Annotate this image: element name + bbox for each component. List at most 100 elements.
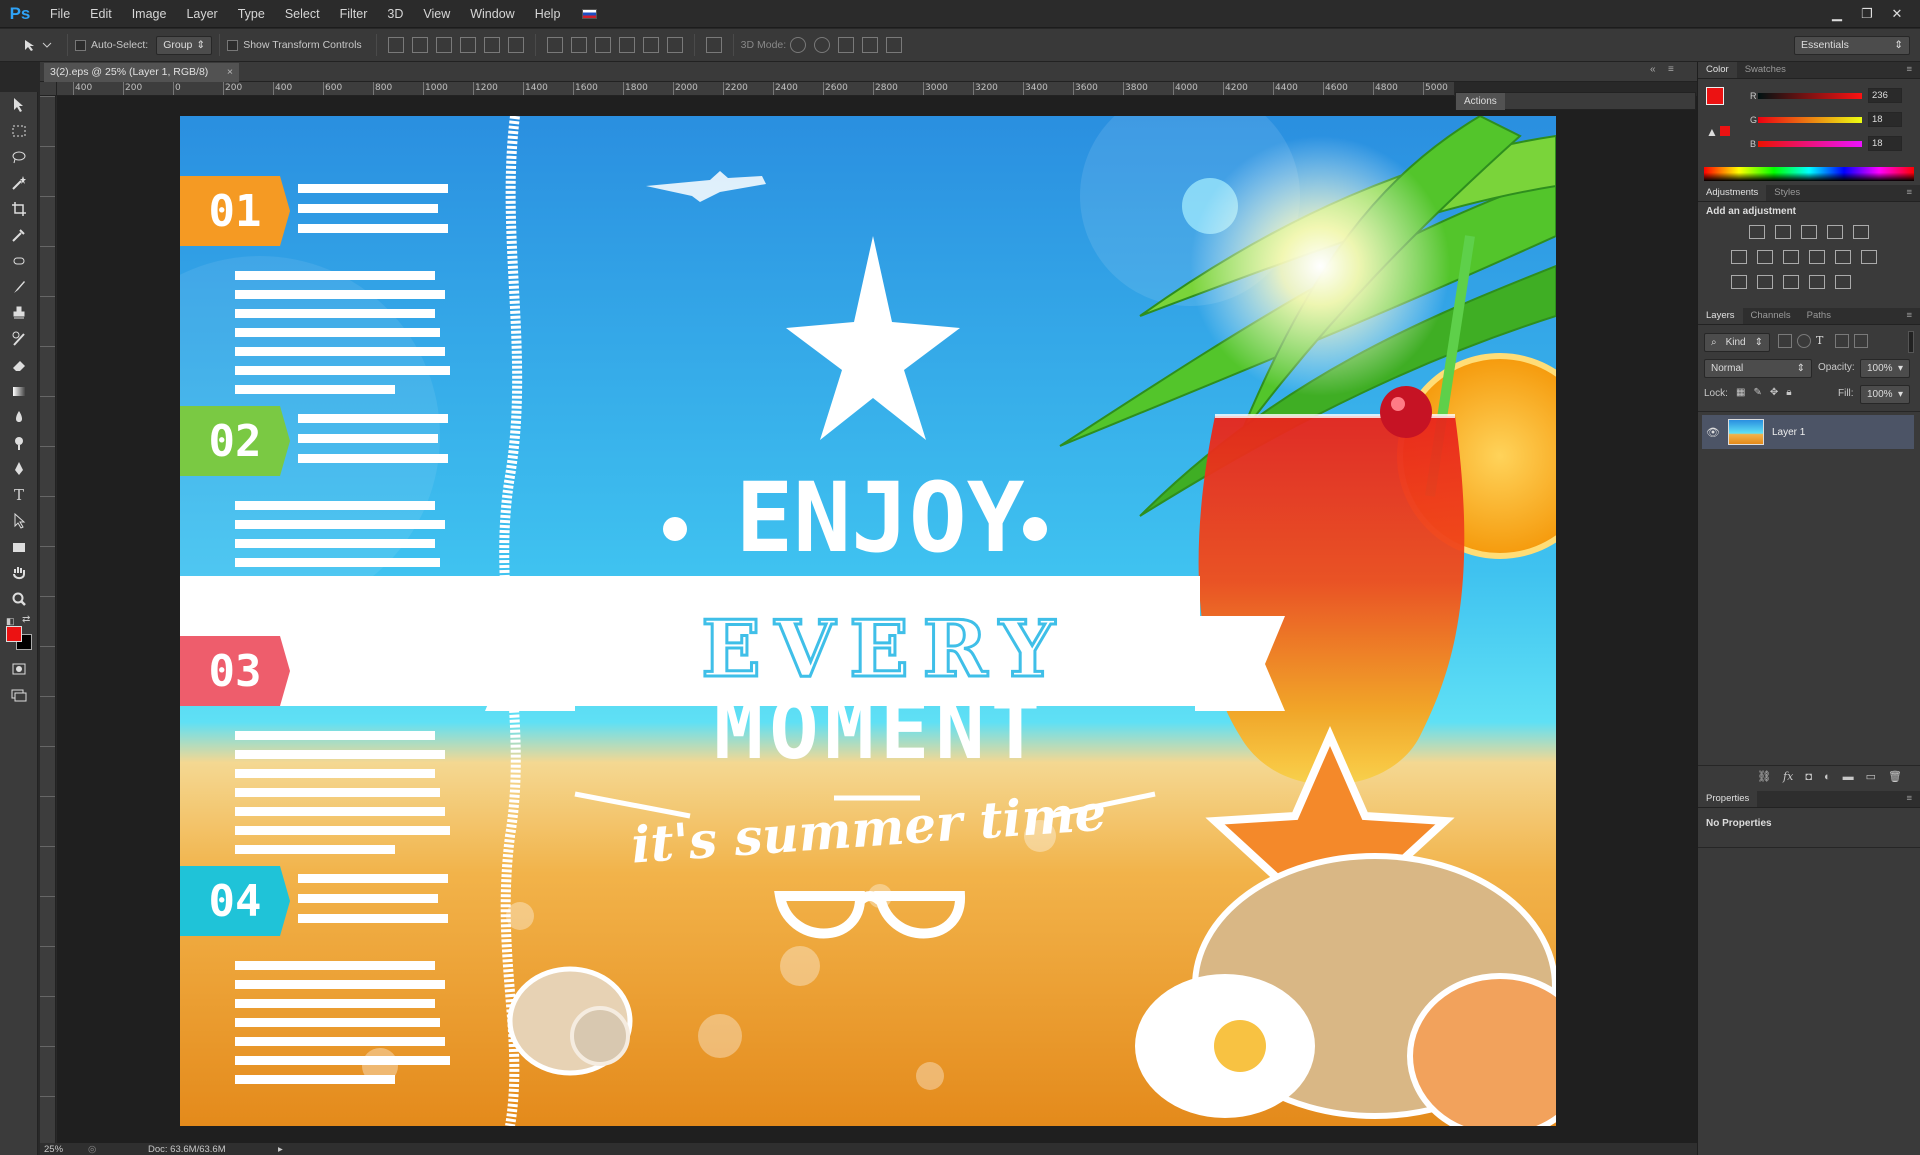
blur-tool-icon[interactable] <box>0 404 38 430</box>
menu-file[interactable]: File <box>40 0 80 28</box>
tab-layers[interactable]: Layers <box>1698 308 1743 324</box>
levels-icon[interactable] <box>1775 225 1791 239</box>
pen-tool-icon[interactable] <box>0 456 38 482</box>
new-layer-icon[interactable]: ▭ <box>1866 770 1876 783</box>
lock-paint-icon[interactable]: ✎ <box>1753 387 1761 398</box>
menu-select[interactable]: Select <box>275 0 330 28</box>
tab-properties[interactable]: Properties <box>1698 791 1758 807</box>
delete-layer-icon[interactable]: 🗑︎ <box>1888 770 1902 783</box>
path-selection-tool-icon[interactable] <box>0 508 38 534</box>
distribute-hcenter-icon[interactable] <box>642 37 659 53</box>
crop-tool-icon[interactable] <box>0 196 38 222</box>
quick-mask-icon[interactable] <box>0 656 38 682</box>
align-left-icon[interactable] <box>459 37 476 53</box>
align-vcenter-icon[interactable] <box>411 37 428 53</box>
color-spectrum[interactable] <box>1704 167 1914 181</box>
invert-icon[interactable] <box>1731 275 1747 289</box>
lasso-tool-icon[interactable] <box>0 144 38 170</box>
swap-colors-icon[interactable]: ⇄ <box>22 614 30 625</box>
distribute-top-icon[interactable] <box>546 37 563 53</box>
menu-window[interactable]: Window <box>460 0 524 28</box>
3d-roll-icon[interactable] <box>814 37 831 53</box>
move-tool-icon[interactable] <box>0 92 38 118</box>
menu-image[interactable]: Image <box>122 0 177 28</box>
layer-style-icon[interactable]: fx <box>1783 770 1793 783</box>
magic-wand-tool-icon[interactable] <box>0 170 38 196</box>
align-top-icon[interactable] <box>387 37 404 53</box>
filter-type-icon[interactable]: T <box>1816 334 1830 348</box>
channel-slider-r[interactable] <box>1758 93 1862 99</box>
tab-swatches[interactable]: Swatches <box>1737 62 1794 78</box>
fill-field[interactable]: 100% ▾ <box>1860 385 1910 404</box>
minimize-button[interactable]: ▁ <box>1822 3 1852 25</box>
add-mask-icon[interactable]: ◘ <box>1805 771 1812 783</box>
channel-value-g[interactable]: 18 <box>1868 112 1902 127</box>
gamut-warning-icon[interactable]: ▲ <box>1706 125 1718 139</box>
exposure-icon[interactable] <box>1827 225 1843 239</box>
language-flag-icon[interactable] <box>582 8 598 19</box>
foreground-color-swatch[interactable] <box>6 626 22 642</box>
selective-color-icon[interactable] <box>1809 275 1825 289</box>
curves-icon[interactable] <box>1801 225 1817 239</box>
hand-tool-icon[interactable] <box>0 560 38 586</box>
close-tab-icon[interactable]: × <box>227 63 233 82</box>
lock-position-icon[interactable]: ✥ <box>1770 387 1778 398</box>
channel-mixer-icon[interactable] <box>1835 250 1851 264</box>
panel-menu-icon[interactable]: ≡ <box>1668 64 1674 75</box>
layer-filter-dropdown[interactable]: ⌕ Kind ⇕ <box>1704 333 1770 352</box>
blend-mode-dropdown[interactable]: Normal ⇕ <box>1704 359 1812 378</box>
gamut-color-swatch[interactable] <box>1720 126 1730 136</box>
channel-value-b[interactable]: 18 <box>1868 136 1902 151</box>
3d-rotate-icon[interactable] <box>790 37 807 53</box>
layer-name[interactable]: Layer 1 <box>1772 427 1805 438</box>
ruler-origin[interactable] <box>40 82 57 96</box>
restore-button[interactable]: ❐ <box>1852 3 1882 25</box>
healing-brush-tool-icon[interactable] <box>0 248 38 274</box>
clone-stamp-tool-icon[interactable] <box>0 300 38 326</box>
3d-scale-icon[interactable] <box>886 37 903 53</box>
opacity-field[interactable]: 100% ▾ <box>1860 359 1910 378</box>
new-adjustment-icon[interactable]: ◐ <box>1824 771 1831 783</box>
zoom-level[interactable]: 25% <box>40 1144 88 1155</box>
align-bottom-icon[interactable] <box>435 37 452 53</box>
lock-transparent-icon[interactable]: ▦ <box>1736 387 1745 398</box>
brightness-contrast-icon[interactable] <box>1749 225 1765 239</box>
tab-channels[interactable]: Channels <box>1743 308 1799 324</box>
channel-slider-b[interactable] <box>1758 141 1862 147</box>
menu-filter[interactable]: Filter <box>330 0 378 28</box>
menu-edit[interactable]: Edit <box>80 0 122 28</box>
menu-layer[interactable]: Layer <box>176 0 227 28</box>
brush-tool-icon[interactable] <box>0 274 38 300</box>
collapse-panels-icon[interactable]: « <box>1650 64 1656 75</box>
panel-menu-icon[interactable]: ≡ <box>1898 791 1920 807</box>
filter-shape-icon[interactable] <box>1835 334 1849 348</box>
distribute-left-icon[interactable] <box>618 37 635 53</box>
actions-panel-tab[interactable]: Actions <box>1455 92 1696 110</box>
posterize-icon[interactable] <box>1757 275 1773 289</box>
menu-type[interactable]: Type <box>228 0 275 28</box>
3d-slide-icon[interactable] <box>862 37 879 53</box>
status-menu-arrow-icon[interactable]: ▸ <box>278 1144 283 1155</box>
workspace-dropdown[interactable]: Essentials ⇕ <box>1794 35 1910 55</box>
visibility-eye-icon[interactable]: 👁︎ <box>1702 426 1724 439</box>
rectangle-tool-icon[interactable] <box>0 534 38 560</box>
menu-view[interactable]: View <box>413 0 460 28</box>
distribute-right-icon[interactable] <box>666 37 683 53</box>
align-hcenter-icon[interactable] <box>483 37 500 53</box>
filter-toggle[interactable] <box>1908 331 1914 353</box>
tab-paths[interactable]: Paths <box>1799 308 1839 324</box>
new-group-icon[interactable]: ▬ <box>1843 771 1854 783</box>
eyedropper-tool-icon[interactable] <box>0 222 38 248</box>
document-artwork[interactable]: 01 02 03 04 ENJOY EVERY MOMENT it's summer … <box>180 116 1556 1126</box>
panel-menu-icon[interactable]: ≡ <box>1898 308 1920 324</box>
filter-pixel-icon[interactable] <box>1778 334 1792 348</box>
document-tab[interactable]: 3(2).eps @ 25% (Layer 1, RGB/8) × <box>44 63 239 82</box>
distribute-vcenter-icon[interactable] <box>570 37 587 53</box>
align-right-icon[interactable] <box>507 37 524 53</box>
channel-value-r[interactable]: 236 <box>1868 88 1902 103</box>
zoom-tool-icon[interactable] <box>0 586 38 612</box>
color-lookup-icon[interactable] <box>1861 250 1877 264</box>
hue-saturation-icon[interactable] <box>1731 250 1747 264</box>
tab-styles[interactable]: Styles <box>1766 185 1808 201</box>
menu-help[interactable]: Help <box>525 0 571 28</box>
